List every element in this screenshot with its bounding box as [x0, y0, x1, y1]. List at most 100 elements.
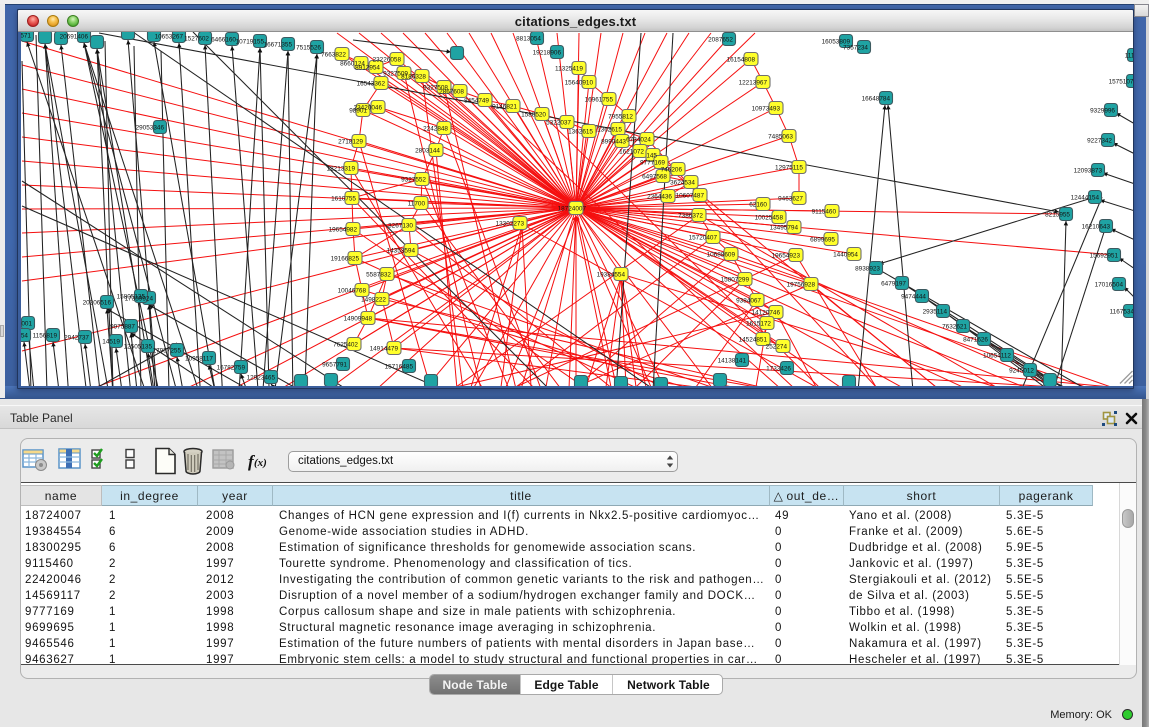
svg-text:9463627: 9463627 [778, 196, 803, 203]
svg-text:1733426: 1733426 [766, 366, 791, 373]
svg-text:6899695: 6899695 [810, 237, 835, 244]
svg-text:(x): (x) [254, 457, 267, 469]
svg-text:2087652: 2087652 [708, 37, 733, 44]
svg-text:9657791: 9657791 [322, 362, 347, 369]
svg-text:3624534: 3624534 [670, 180, 695, 187]
svg-text:6734024: 6734024 [626, 137, 651, 144]
svg-text:1588520: 1588520 [521, 112, 546, 119]
svg-text:15807299: 15807299 [721, 277, 750, 284]
svg-text:1610755: 1610755 [331, 196, 356, 203]
svg-text:9384067: 9384067 [736, 298, 761, 305]
svg-text:1156819: 1156819 [33, 333, 58, 340]
svg-text:17016504: 17016504 [1095, 282, 1124, 289]
svg-text:2242848: 2242848 [423, 126, 448, 133]
svg-text:15716485: 15716485 [385, 364, 414, 371]
svg-text:23420046: 23420046 [354, 105, 383, 112]
svg-text:1498222: 1498222 [361, 297, 386, 304]
svg-text:8938923: 8938923 [855, 266, 880, 273]
svg-text:252274: 252274 [766, 344, 788, 351]
svg-text:10025458: 10025458 [755, 215, 784, 222]
svg-text:15751074: 15751074 [1109, 79, 1133, 86]
svg-text:7625402: 7625402 [333, 342, 358, 349]
svg-text:16961755: 16961755 [585, 97, 614, 104]
svg-text:7357234: 7357234 [843, 45, 868, 52]
svg-text:15720407: 15720407 [689, 235, 718, 242]
svg-text:12975115: 12975115 [775, 165, 803, 172]
svg-text:14914479: 14914479 [370, 346, 399, 353]
svg-text:19166825: 19166825 [331, 256, 360, 263]
svg-text:2942737: 2942737 [64, 335, 89, 342]
svg-text:9329996: 9329996 [1090, 108, 1115, 115]
svg-text:10607487: 10607487 [676, 193, 705, 200]
svg-text:1362615: 1362615 [568, 129, 593, 136]
svg-text:2803144: 2803144 [415, 148, 440, 155]
svg-text:145: 145 [646, 153, 657, 160]
svg-text:16543362: 16543362 [357, 81, 386, 88]
svg-text:16154808: 16154808 [727, 57, 756, 64]
svg-text:1167534: 1167534 [1110, 309, 1133, 316]
svg-text:8813054: 8813054 [516, 36, 541, 43]
svg-text:7663822: 7663822 [321, 52, 346, 59]
svg-text:15692951: 15692951 [1090, 253, 1119, 260]
svg-text:12505135: 12505135 [124, 344, 153, 351]
svg-text:19384554: 19384554 [597, 272, 626, 279]
svg-text:2935114: 2935114 [923, 309, 948, 316]
svg-text:10654112: 10654112 [983, 353, 1011, 360]
svg-text:2055571: 2055571 [21, 33, 31, 40]
svg-text:9975887: 9975887 [110, 324, 135, 331]
svg-text:9327552: 9327552 [401, 177, 426, 184]
svg-text:14519: 14519 [102, 339, 120, 346]
svg-text:6497568: 6497568 [642, 174, 667, 181]
svg-text:12093873: 12093873 [1074, 168, 1103, 175]
svg-text:8454749: 8454749 [464, 98, 489, 105]
svg-text:18724007: 18724007 [558, 206, 587, 213]
svg-text:7632621: 7632621 [942, 324, 967, 331]
svg-text:19218906: 19218906 [533, 50, 562, 57]
svg-text:1615172: 1615172 [746, 321, 771, 328]
svg-text:3267130: 3267130 [388, 223, 413, 230]
svg-text:19654982: 19654982 [329, 227, 358, 234]
svg-text:12213967: 12213967 [739, 80, 768, 87]
svg-text:19756928: 19756928 [787, 282, 816, 289]
svg-text:1440954: 1440954 [833, 252, 858, 259]
svg-text:16782759: 16782759 [217, 365, 246, 372]
svg-text:1621072: 1621072 [619, 149, 644, 156]
svg-text:10653267: 10653267 [155, 34, 184, 41]
svg-text:7515526: 7515526 [296, 45, 321, 52]
svg-text:13495794: 13495794 [770, 225, 799, 232]
svg-text:8215955: 8215955 [1045, 212, 1070, 219]
svg-text:19654923: 19654923 [772, 253, 801, 260]
svg-text:2718129: 2718129 [338, 139, 363, 146]
svg-text:13302273: 13302273 [496, 221, 525, 228]
svg-text:12444154: 12444154 [1071, 195, 1100, 202]
svg-text:14120746: 14120746 [752, 310, 781, 317]
svg-text:1527602: 1527602 [184, 36, 209, 43]
svg-text:10719155: 10719155 [236, 39, 265, 46]
svg-text:10958117: 10958117 [185, 356, 213, 363]
svg-text:14353594: 14353594 [387, 248, 416, 255]
svg-text:20691406: 20691406 [60, 34, 89, 41]
svg-text:10688609: 10688609 [707, 252, 736, 259]
svg-text:16648784: 16648784 [862, 96, 891, 103]
svg-text:15640910: 15640910 [565, 80, 594, 87]
svg-text:14138141: 14138141 [718, 358, 747, 365]
svg-text:2867608: 2867608 [439, 89, 464, 96]
svg-text:16210643: 16210643 [1082, 224, 1111, 231]
svg-text:62160: 62160 [749, 202, 767, 209]
svg-text:8990443: 8990443 [601, 139, 626, 146]
svg-text:2364436: 2364436 [647, 194, 672, 201]
svg-text:12923465: 12923465 [247, 375, 276, 382]
svg-text:746206: 746206 [661, 167, 683, 174]
svg-text:7955812: 7955812 [608, 114, 633, 121]
svg-text:9227342: 9227342 [1087, 138, 1112, 145]
svg-text:5322037: 5322037 [546, 120, 571, 127]
svg-text:20206516: 20206516 [83, 300, 112, 307]
svg-text:9777169: 9777169 [640, 160, 665, 167]
svg-text:11325419: 11325419 [555, 66, 583, 73]
svg-text:6466160: 6466160 [211, 37, 236, 44]
svg-text:7485063: 7485063 [768, 134, 793, 141]
svg-text:9245012: 9245012 [1009, 368, 1034, 375]
svg-text:8186328: 8186328 [401, 74, 426, 81]
svg-text:16671355: 16671355 [264, 42, 293, 49]
svg-text:11700: 11700 [408, 201, 426, 208]
